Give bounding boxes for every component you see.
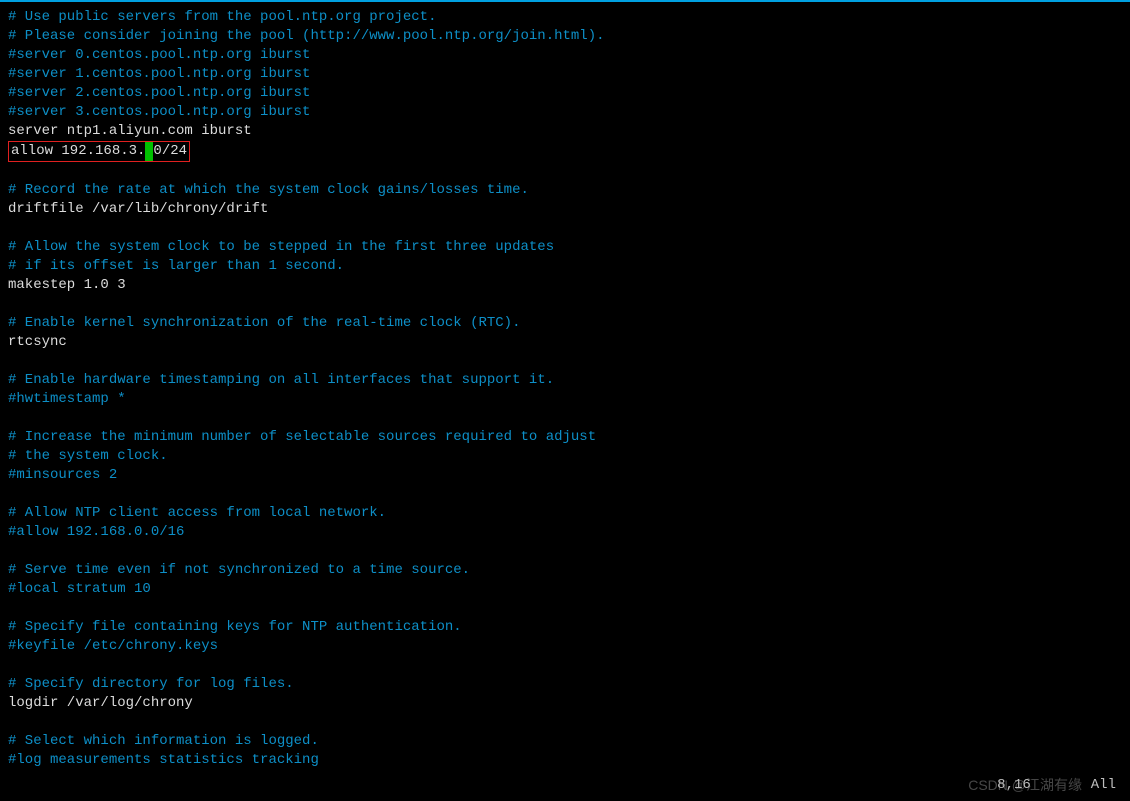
editor-line[interactable]: [8, 219, 1130, 238]
editor-line[interactable]: #keyfile /etc/chrony.keys: [8, 637, 1130, 656]
editor-line[interactable]: # Enable hardware timestamping on all in…: [8, 371, 1130, 390]
editor-line[interactable]: [8, 713, 1130, 732]
terminal-editor[interactable]: # Use public servers from the pool.ntp.o…: [0, 2, 1130, 770]
editor-line[interactable]: # Select which information is logged.: [8, 732, 1130, 751]
editor-line[interactable]: #minsources 2: [8, 466, 1130, 485]
editor-line[interactable]: # Use public servers from the pool.ntp.o…: [8, 8, 1130, 27]
editor-line[interactable]: # Serve time even if not synchronized to…: [8, 561, 1130, 580]
scroll-indicator: All: [1091, 777, 1116, 793]
editor-line[interactable]: allow 192.168.3.00/24: [8, 141, 1130, 162]
editor-line[interactable]: [8, 485, 1130, 504]
editor-line[interactable]: [8, 162, 1130, 181]
editor-line[interactable]: #server 0.centos.pool.ntp.org iburst: [8, 46, 1130, 65]
editor-line[interactable]: rtcsync: [8, 333, 1130, 352]
editor-line[interactable]: # Increase the minimum number of selecta…: [8, 428, 1130, 447]
editor-line[interactable]: #server 1.centos.pool.ntp.org iburst: [8, 65, 1130, 84]
editor-line[interactable]: [8, 409, 1130, 428]
editor-line[interactable]: makestep 1.0 3: [8, 276, 1130, 295]
editor-line[interactable]: driftfile /var/lib/chrony/drift: [8, 200, 1130, 219]
editor-line[interactable]: # Record the rate at which the system cl…: [8, 181, 1130, 200]
editor-line[interactable]: # Allow NTP client access from local net…: [8, 504, 1130, 523]
editor-line[interactable]: #server 3.centos.pool.ntp.org iburst: [8, 103, 1130, 122]
editor-line[interactable]: #log measurements statistics tracking: [8, 751, 1130, 770]
editor-line[interactable]: #server 2.centos.pool.ntp.org iburst: [8, 84, 1130, 103]
allow-prefix: allow 192.168.3.: [11, 143, 145, 159]
editor-line[interactable]: server ntp1.aliyun.com iburst: [8, 122, 1130, 141]
vi-status-line: 8,16 All: [997, 776, 1116, 795]
editor-line[interactable]: # Enable kernel synchronization of the r…: [8, 314, 1130, 333]
editor-line[interactable]: [8, 352, 1130, 371]
editor-line[interactable]: [8, 295, 1130, 314]
editor-line[interactable]: # Allow the system clock to be stepped i…: [8, 238, 1130, 257]
editor-line[interactable]: [8, 542, 1130, 561]
editor-line[interactable]: # the system clock.: [8, 447, 1130, 466]
highlighted-allow-line[interactable]: allow 192.168.3.00/24: [8, 141, 190, 162]
editor-line[interactable]: [8, 656, 1130, 675]
allow-suffix: 0/24: [153, 143, 187, 159]
cursor-position: 8,16: [997, 777, 1031, 793]
editor-line[interactable]: # if its offset is larger than 1 second.: [8, 257, 1130, 276]
editor-line[interactable]: logdir /var/log/chrony: [8, 694, 1130, 713]
editor-line[interactable]: # Please consider joining the pool (http…: [8, 27, 1130, 46]
editor-line[interactable]: #local stratum 10: [8, 580, 1130, 599]
editor-line[interactable]: #hwtimestamp *: [8, 390, 1130, 409]
editor-line[interactable]: # Specify file containing keys for NTP a…: [8, 618, 1130, 637]
editor-line[interactable]: [8, 599, 1130, 618]
editor-line[interactable]: # Specify directory for log files.: [8, 675, 1130, 694]
editor-line[interactable]: #allow 192.168.0.0/16: [8, 523, 1130, 542]
